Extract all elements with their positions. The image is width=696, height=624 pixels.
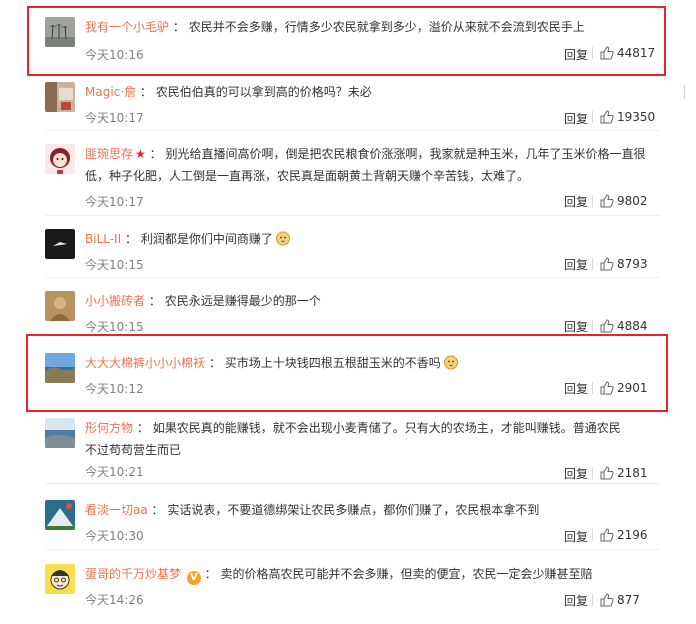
reply-button[interactable]: 回复	[564, 592, 588, 609]
divider	[45, 277, 660, 278]
reply-button[interactable]: 回复	[564, 110, 588, 127]
like-button[interactable]: 877	[592, 593, 660, 610]
highlight-box-comment-6	[26, 334, 668, 412]
like-count: 9802	[617, 194, 648, 208]
comment-text-line: 形何方物 ： 如果农民真的能赚钱，就不会出现小麦青储了。只有大的农场主，才能叫赚…	[85, 417, 630, 461]
comment-item: 蛋哥的千万炒基梦 V ： 卖的价格高农民可能并不会多赚，但卖的便宜，农民一定会少…	[45, 564, 660, 614]
comment-text-line: Magic·詹 ： 农民伯伯真的可以拿到高的价格吗？未必	[85, 81, 660, 103]
like-count: 877	[617, 593, 640, 607]
thumbs-up-icon	[600, 257, 614, 274]
comment-item: 看淡一切aa ： 实话说表，不要道德绑架让农民多赚点，都你们赚了，农民根本拿不到…	[45, 500, 660, 550]
portrait-avatar-icon[interactable]	[45, 291, 75, 321]
highlight-box-comment-1	[27, 6, 666, 76]
colon: ：	[204, 567, 217, 581]
divider	[592, 467, 593, 479]
comment-content: 别光给直播间高价啊，倒是把农民粮食价涨涨啊，我家就是种玉米，几年了玉米价格一直很…	[85, 147, 646, 183]
colon: ：	[151, 503, 164, 517]
divider	[592, 195, 593, 207]
divider	[592, 320, 593, 332]
username-link[interactable]: 小小搬砖者	[85, 294, 145, 308]
colon: ：	[139, 85, 152, 99]
comment-content: 农民伯伯真的可以拿到高的价格吗？未必	[155, 85, 372, 99]
colon: ：	[148, 294, 161, 308]
doge-emoji-icon	[275, 230, 291, 246]
girl-cartoon-avatar-icon[interactable]	[45, 144, 75, 174]
colon: ：	[149, 147, 162, 161]
comment-item: Magic·詹 ： 农民伯伯真的可以拿到高的价格吗？未必 今天10:17 回复 …	[45, 82, 660, 131]
comment-content: 卖的价格高农民可能并不会多赚，但卖的便宜，农民一定会少赚甚至赔	[220, 567, 593, 581]
seaside-avatar-icon[interactable]	[45, 418, 75, 448]
comment-list: 我有一个小毛驴 ： 农民并不会多赚，行情多少农民就拿到多少，溢价从来就不会流到农…	[0, 0, 696, 624]
star-badge-icon: ★	[135, 147, 146, 161]
comment-item: 匪琬思存 ★ ： 别光给直播间高价啊，倒是把农民粮食价涨涨啊，我家就是种玉米，几年…	[45, 144, 660, 216]
comment-text-line: 匪琬思存 ★ ： 别光给直播间高价啊，倒是把农民粮食价涨涨啊，我家就是种玉米，几年…	[85, 143, 660, 187]
reply-button[interactable]: 回复	[564, 528, 588, 545]
divider	[45, 549, 660, 550]
reply-button[interactable]: 回复	[564, 318, 588, 335]
divider	[45, 130, 660, 131]
username-link[interactable]: Magic·詹	[85, 85, 136, 99]
reply-button[interactable]: 回复	[564, 256, 588, 273]
comment-content: 农民永远是赚得最少的那一个	[164, 294, 321, 308]
comment-text-line: 蛋哥的千万炒基梦 V ： 卖的价格高农民可能并不会多赚，但卖的便宜，农民一定会少…	[85, 563, 660, 585]
username-link[interactable]: BiLL-II	[85, 232, 121, 246]
like-button[interactable]: 9802	[592, 194, 660, 211]
like-button[interactable]: 8793	[592, 257, 660, 274]
like-button[interactable]: 2196	[592, 528, 660, 545]
comment-content: 如果农民真的能赚钱，就不会出现小麦青储了。只有大的农场主，才能叫赚钱。普通农民不…	[85, 421, 621, 457]
comment-text-line: 看淡一切aa ： 实话说表，不要道德绑架让农民多赚点，都你们赚了，农民根本拿不到	[85, 499, 660, 521]
bird-dark-avatar-icon[interactable]	[45, 229, 75, 259]
thumbs-up-icon	[600, 593, 614, 610]
like-count: 4884	[617, 319, 648, 333]
like-button[interactable]: 19350	[592, 110, 660, 127]
like-count: 2181	[617, 466, 648, 480]
username-link[interactable]: 匪琬思存	[85, 147, 133, 161]
divider	[592, 594, 593, 606]
thumbs-up-icon	[600, 528, 614, 545]
comment-time: 今天14:26	[85, 593, 144, 607]
divider	[45, 215, 660, 216]
comment-time: 今天10:21	[85, 465, 144, 479]
thumbs-up-icon	[600, 194, 614, 211]
comment-time: 今天10:17	[85, 111, 144, 125]
like-count: 19350	[617, 110, 656, 124]
mountain-avatar-icon[interactable]	[45, 500, 75, 530]
comment-time: 今天10:15	[85, 320, 144, 334]
colon: ：	[124, 232, 137, 246]
reply-button[interactable]: 回复	[564, 193, 588, 210]
username-link[interactable]: 看淡一切aa	[85, 503, 148, 517]
comment-time: 今天10:30	[85, 529, 144, 543]
comment-time: 今天10:15	[85, 258, 144, 272]
room-avatar-icon[interactable]	[45, 82, 75, 112]
scrollbar-edge	[684, 85, 685, 99]
thumbs-up-icon	[600, 466, 614, 483]
reply-button[interactable]: 回复	[564, 465, 588, 482]
comment-item: BiLL-II ： 利润都是你们中间商赚了 今天10:15 回复 8793	[45, 229, 660, 278]
comment-content: 利润都是你们中间商赚了	[140, 232, 273, 246]
cartoon-face-avatar-icon[interactable]	[45, 564, 75, 594]
divider	[592, 529, 593, 541]
comment-content: 实话说表，不要道德绑架让农民多赚点，都你们赚了，农民根本拿不到	[167, 503, 540, 517]
username-link[interactable]: 形何方物	[85, 421, 133, 435]
comment-item: 形何方物 ： 如果农民真的能赚钱，就不会出现小麦青储了。只有大的农场主，才能叫赚…	[45, 418, 660, 484]
like-count: 2196	[617, 528, 648, 542]
comment-text-line: BiLL-II ： 利润都是你们中间商赚了	[85, 228, 660, 250]
username-link[interactable]: 蛋哥的千万炒基梦	[85, 567, 181, 581]
divider	[45, 483, 660, 484]
divider	[592, 258, 593, 270]
verified-badge-icon: V	[186, 571, 201, 585]
comment-time: 今天10:17	[85, 195, 144, 209]
like-button[interactable]: 2181	[592, 466, 660, 483]
divider	[592, 111, 593, 123]
like-count: 8793	[617, 257, 648, 271]
comment-item: 小小搬砖者 ： 农民永远是赚得最少的那一个 今天10:15 回复 4884	[45, 291, 660, 338]
thumbs-up-icon	[600, 110, 614, 127]
comment-text-line: 小小搬砖者 ： 农民永远是赚得最少的那一个	[85, 290, 660, 312]
colon: ：	[136, 421, 149, 435]
